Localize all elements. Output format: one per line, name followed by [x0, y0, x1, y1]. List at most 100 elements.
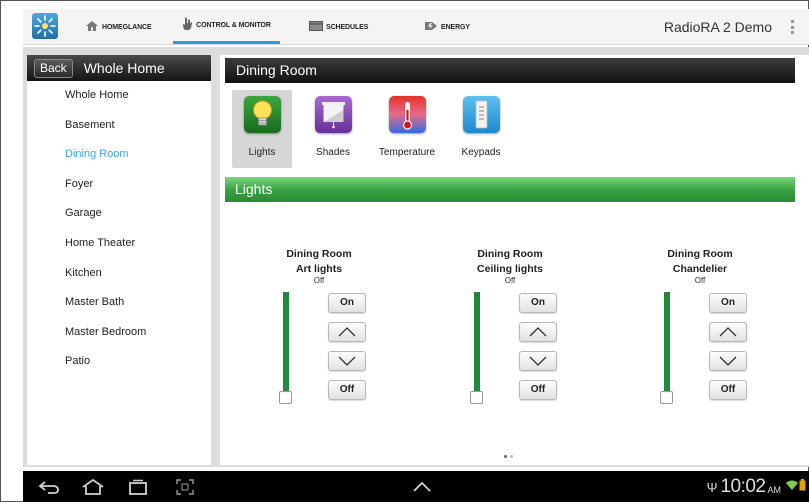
recent-apps-button[interactable]	[127, 471, 149, 502]
category-keypads-label: Keypads	[461, 147, 501, 158]
sidebar-title: Whole Home	[83, 60, 165, 76]
zone-load-label: Ceiling lights	[477, 263, 543, 275]
system-navigation-bar: Ψ 10:02 AM	[23, 471, 809, 502]
tab-homeglance[interactable]: HOMEGLANCE	[85, 9, 152, 45]
category-shades-label: Shades	[316, 147, 350, 158]
main-panel: Dining Room Lights Shades Temperature Ke…	[220, 55, 809, 465]
page-dot	[510, 455, 513, 458]
room-item-home-theater[interactable]: Home Theater	[27, 229, 211, 259]
off-button[interactable]: Off	[328, 380, 366, 400]
zone-status: Off	[313, 276, 325, 285]
room-title: Dining Room	[225, 58, 795, 83]
chevron-up-icon	[413, 482, 431, 492]
app-title: RadioRA 2 Demo	[663, 19, 772, 35]
content-area: Back Whole Home Whole Home Basement Dini…	[23, 47, 809, 467]
zone-load-label: Art lights	[295, 263, 343, 275]
category-keypads[interactable]: Keypads	[451, 90, 511, 168]
light-zone: Dining Room Ceiling lights Off On Off	[455, 247, 605, 417]
page-indicator	[504, 455, 513, 458]
room-item-dining-room[interactable]: Dining Room	[27, 140, 211, 170]
dimmer-slider-track[interactable]	[664, 292, 670, 399]
dimmer-slider-thumb[interactable]	[279, 391, 292, 404]
zone-name: Dining Room Ceiling lights	[455, 247, 565, 277]
calendar-icon	[309, 21, 323, 33]
room-item-kitchen[interactable]: Kitchen	[27, 259, 211, 289]
chevron-down-icon	[719, 356, 737, 366]
category-lights-label: Lights	[248, 147, 276, 158]
tab-schedules-label: SCHEDULES	[326, 23, 369, 31]
dimmer-slider-track[interactable]	[283, 292, 289, 399]
room-item-garage[interactable]: Garage	[27, 199, 211, 229]
lower-button[interactable]	[709, 351, 747, 371]
home-outline-icon	[82, 479, 104, 495]
status-area[interactable]: Ψ 10:02 AM	[707, 471, 806, 502]
tab-schedules[interactable]: SCHEDULES	[309, 9, 368, 45]
app-logo	[32, 13, 58, 39]
raise-button[interactable]	[709, 322, 747, 342]
off-button[interactable]: Off	[519, 380, 557, 400]
battery-icon	[799, 478, 806, 496]
tab-homeglance-label: HOMEGLANCE	[102, 23, 152, 31]
shade-icon	[314, 96, 352, 133]
clock-ampm: AM	[767, 485, 782, 495]
back-arrow-icon	[38, 481, 59, 494]
room-item-whole-home[interactable]: Whole Home	[27, 81, 211, 111]
raise-button[interactable]	[328, 322, 366, 342]
wifi-icon	[786, 478, 798, 496]
screenshot-button[interactable]	[174, 471, 196, 502]
section-title: Lights	[225, 177, 795, 202]
chevron-up-icon	[338, 327, 356, 337]
zone-room-label: Dining Room	[477, 248, 543, 260]
on-button[interactable]: On	[328, 293, 366, 313]
back-button[interactable]: Back	[34, 58, 73, 78]
tab-control-monitor[interactable]: CONTROL & MONITOR	[173, 9, 280, 44]
on-button[interactable]: On	[519, 293, 557, 313]
sidebar-header: Back Whole Home	[27, 55, 211, 81]
category-shades[interactable]: Shades	[303, 90, 363, 168]
thermometer-icon	[388, 96, 426, 133]
room-item-patio[interactable]: Patio	[27, 347, 211, 377]
screenshot-icon	[176, 479, 194, 495]
lower-button[interactable]	[328, 351, 366, 371]
zone-name: Dining Room Chandelier	[645, 247, 755, 277]
room-list: Whole Home Basement Dining Room Foyer Ga…	[27, 81, 211, 377]
room-item-foyer[interactable]: Foyer	[27, 170, 211, 200]
light-zone: Dining Room Art lights Off On Off	[264, 247, 414, 417]
chevron-down-icon	[529, 356, 547, 366]
off-button[interactable]: Off	[709, 380, 747, 400]
home-nav-button[interactable]	[80, 471, 106, 502]
tab-control-monitor-label: CONTROL & MONITOR	[196, 21, 271, 29]
lower-button[interactable]	[519, 351, 557, 371]
category-lights[interactable]: Lights	[232, 90, 292, 168]
room-sidebar: Back Whole Home Whole Home Basement Dini…	[27, 55, 211, 465]
keypad-icon	[462, 96, 500, 133]
energy-icon	[425, 21, 438, 33]
tab-energy[interactable]: ENERGY	[425, 9, 470, 45]
category-temperature-label: Temperature	[378, 147, 436, 158]
light-zone: Dining Room Chandelier Off On Off	[645, 247, 795, 417]
bulb-icon	[243, 96, 281, 133]
zone-status: Off	[504, 276, 516, 285]
dimmer-slider-thumb[interactable]	[660, 391, 673, 404]
room-item-master-bedroom[interactable]: Master Bedroom	[27, 318, 211, 348]
on-button[interactable]: On	[709, 293, 747, 313]
zone-room-label: Dining Room	[667, 248, 733, 260]
device-frame: HOMEGLANCE CONTROL & MONITOR SCHEDULES E…	[0, 0, 809, 502]
recent-apps-icon	[129, 479, 147, 495]
chevron-up-icon	[719, 327, 737, 337]
dimmer-slider-track[interactable]	[474, 292, 480, 399]
room-item-basement[interactable]: Basement	[27, 111, 211, 141]
room-item-master-bath[interactable]: Master Bath	[27, 288, 211, 318]
top-navigation-bar: HOMEGLANCE CONTROL & MONITOR SCHEDULES E…	[23, 9, 809, 45]
zone-room-label: Dining Room	[286, 248, 352, 260]
zone-name: Dining Room Art lights	[264, 247, 374, 277]
chevron-down-icon	[338, 356, 356, 366]
raise-button[interactable]	[519, 322, 557, 342]
overflow-menu-icon[interactable]	[788, 18, 796, 36]
home-icon	[85, 20, 99, 34]
chevron-up-icon	[529, 327, 547, 337]
back-nav-button[interactable]	[37, 471, 61, 502]
category-temperature[interactable]: Temperature	[377, 90, 437, 168]
expand-panel-button[interactable]	[411, 471, 433, 502]
dimmer-slider-thumb[interactable]	[470, 391, 483, 404]
